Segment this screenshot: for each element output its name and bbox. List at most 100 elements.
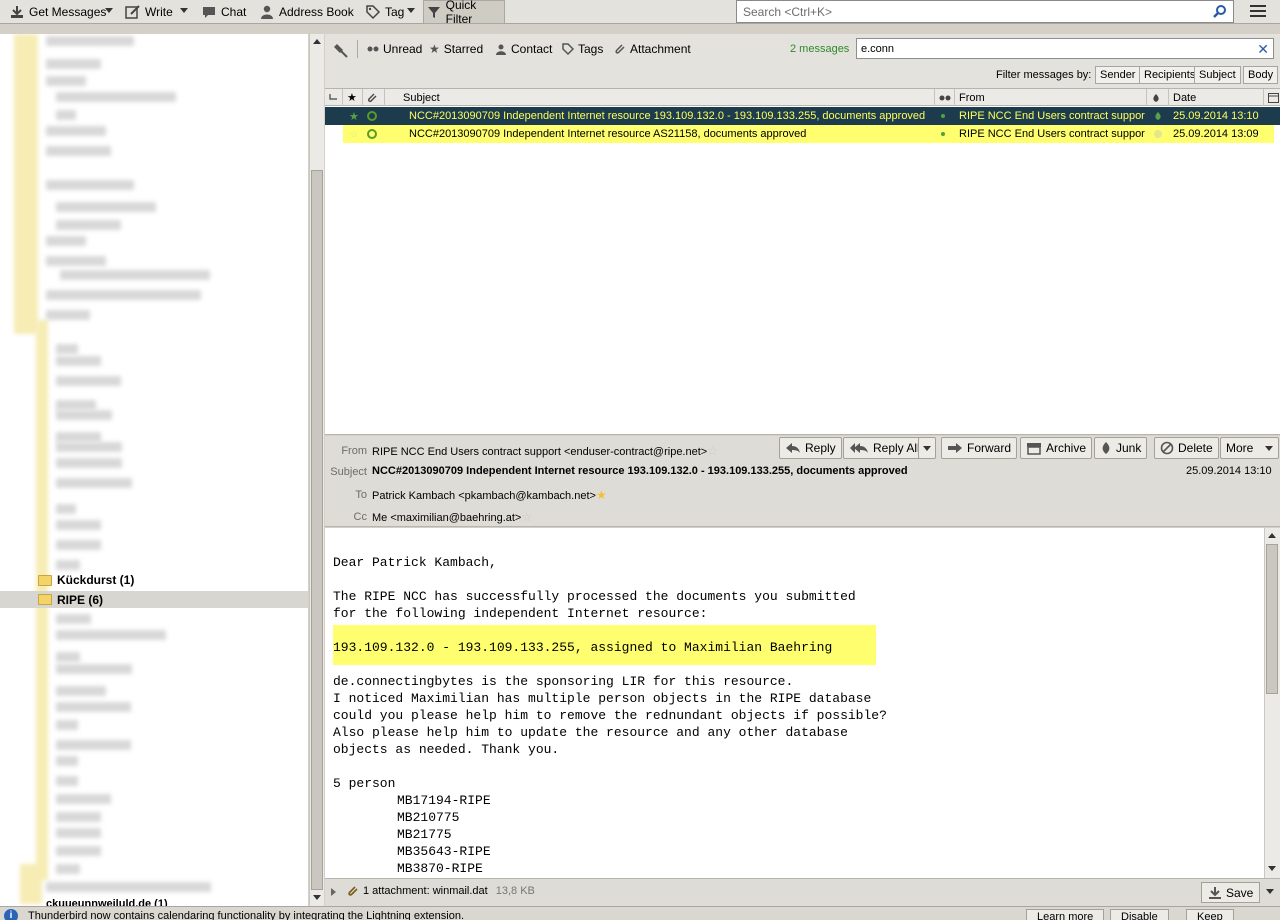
more-button[interactable]: More (1220, 437, 1280, 459)
folder-item[interactable] (46, 310, 90, 320)
from-column-header[interactable]: From (955, 89, 1147, 106)
date-column-header[interactable]: Date (1169, 89, 1264, 106)
search-icon[interactable] (1213, 4, 1227, 21)
app-menu-icon[interactable] (1247, 2, 1269, 22)
chat-button[interactable]: Chat (198, 0, 249, 24)
unread-column-header[interactable] (935, 89, 955, 106)
filter-sender-toggle[interactable]: Sender (1095, 66, 1141, 84)
folder-item[interactable] (46, 290, 201, 300)
disable-button[interactable]: Disable (1110, 909, 1169, 920)
folder-item[interactable] (56, 812, 101, 822)
sticky-filter-toggle[interactable] (333, 42, 349, 58)
get-messages-dropdown-icon[interactable] (105, 8, 113, 13)
folder-item[interactable] (56, 652, 80, 662)
folder-item[interactable] (46, 126, 106, 136)
tag-button[interactable]: Tag (362, 0, 407, 24)
quick-filter-input[interactable]: e.conn ✕ (856, 38, 1274, 59)
message-row[interactable]: ★ NCC#2013090709 Independent Internet re… (325, 107, 1280, 125)
folder-item[interactable] (56, 686, 106, 696)
folder-item[interactable] (56, 478, 132, 488)
column-picker[interactable] (1264, 89, 1280, 106)
keep-button[interactable]: Keep (1186, 909, 1234, 920)
contact-filter-button[interactable]: Contact (495, 42, 552, 56)
folder-pane-scrollbar[interactable] (309, 34, 324, 906)
junk-flame-icon[interactable] (1153, 125, 1165, 143)
message-row[interactable]: ☆ NCC#2013090709 Independent Internet re… (343, 125, 1274, 143)
subject-column-header[interactable]: Subject (385, 89, 935, 106)
save-dropdown-icon[interactable] (1266, 889, 1274, 894)
filter-body-toggle[interactable]: Body (1243, 66, 1279, 84)
attachment-toggle[interactable]: 1 attachment: winmail.dat 13,8 KB (347, 885, 535, 897)
junk-flame-icon[interactable] (1153, 107, 1165, 125)
folder-item[interactable] (56, 630, 166, 640)
thread-column-picker[interactable] (325, 89, 343, 106)
write-button[interactable]: Write (122, 0, 176, 24)
folder-item[interactable] (56, 458, 122, 468)
reply-all-dropdown[interactable] (918, 437, 936, 459)
header-to[interactable]: Patrick Kambach <pkambach@kambach.net>★ (372, 488, 607, 502)
scroll-down-icon[interactable] (313, 895, 321, 900)
reply-all-button[interactable]: Reply All (843, 437, 925, 459)
folder-item[interactable] (56, 504, 76, 514)
archive-button[interactable]: Archive (1020, 437, 1093, 459)
folder-item[interactable] (56, 344, 78, 354)
address-book-button[interactable]: Address Book (256, 0, 357, 24)
folder-item[interactable]: ckuueunnweiluld.de (1) (0, 896, 308, 906)
folder-item[interactable]: Kückdurst (1) (0, 572, 308, 589)
folder-item[interactable] (56, 110, 76, 120)
folder-item[interactable] (56, 202, 156, 212)
header-from[interactable]: RIPE NCC End Users contract support <end… (372, 444, 718, 458)
get-messages-button[interactable]: Get Messages (6, 0, 109, 24)
folder-item[interactable] (46, 256, 106, 266)
folder-item[interactable] (56, 756, 78, 766)
star-column-header[interactable]: ★ (343, 89, 363, 106)
tag-dropdown-icon[interactable] (407, 8, 415, 13)
folder-item[interactable] (60, 270, 210, 280)
folder-item[interactable] (46, 36, 134, 46)
folder-item[interactable] (56, 540, 101, 550)
global-search-input[interactable]: Search <Ctrl+K> (736, 0, 1234, 23)
add-contact-star-icon[interactable]: ☆ (521, 510, 532, 524)
folder-item[interactable] (56, 614, 91, 624)
unread-dot-icon[interactable] (941, 125, 951, 143)
forward-button[interactable]: Forward (941, 437, 1018, 459)
delete-button[interactable]: Delete (1154, 437, 1219, 459)
folder-item[interactable] (56, 828, 101, 838)
scroll-up-icon[interactable] (313, 39, 321, 44)
folder-item[interactable] (56, 664, 132, 674)
attachment-column-header[interactable] (363, 89, 385, 106)
save-attachment-button[interactable]: Save (1201, 882, 1261, 903)
scroll-down-icon[interactable] (1268, 866, 1276, 871)
folder-item[interactable] (56, 220, 121, 230)
filter-subject-toggle[interactable]: Subject (1194, 66, 1241, 84)
contact-star-icon[interactable]: ★ (596, 488, 607, 502)
folder-item[interactable] (46, 76, 86, 86)
folder-item[interactable] (56, 864, 80, 874)
tags-filter-button[interactable]: Tags (562, 42, 603, 56)
folder-item[interactable] (56, 702, 131, 712)
scrollbar-thumb[interactable] (1266, 544, 1278, 694)
folder-item[interactable] (46, 146, 111, 156)
add-contact-star-icon[interactable]: ☆ (707, 444, 718, 458)
folder-item[interactable] (46, 236, 86, 246)
folder-item[interactable] (46, 59, 101, 69)
star-icon[interactable]: ★ (349, 107, 363, 125)
folder-item[interactable] (56, 410, 112, 420)
folder-item[interactable] (46, 882, 211, 892)
quick-filter-button[interactable]: Quick Filter (423, 0, 505, 26)
junk-column-header[interactable] (1147, 89, 1169, 106)
folder-item[interactable] (56, 560, 80, 570)
folder-item[interactable] (56, 794, 111, 804)
unread-filter-button[interactable]: Unread (367, 42, 422, 56)
folder-item-ripe[interactable]: RIPE (6) (0, 591, 308, 608)
filter-recipients-toggle[interactable]: Recipients (1139, 66, 1201, 84)
learn-more-button[interactable]: Learn more (1026, 909, 1105, 920)
junk-button[interactable]: Junk (1094, 437, 1148, 459)
folder-item[interactable] (56, 400, 96, 410)
folder-item[interactable] (56, 740, 131, 750)
folder-item[interactable] (46, 180, 134, 190)
scrollbar-thumb[interactable] (311, 170, 323, 890)
folder-item[interactable] (56, 356, 101, 366)
folder-item[interactable] (56, 432, 101, 442)
star-icon[interactable]: ☆ (349, 125, 363, 143)
